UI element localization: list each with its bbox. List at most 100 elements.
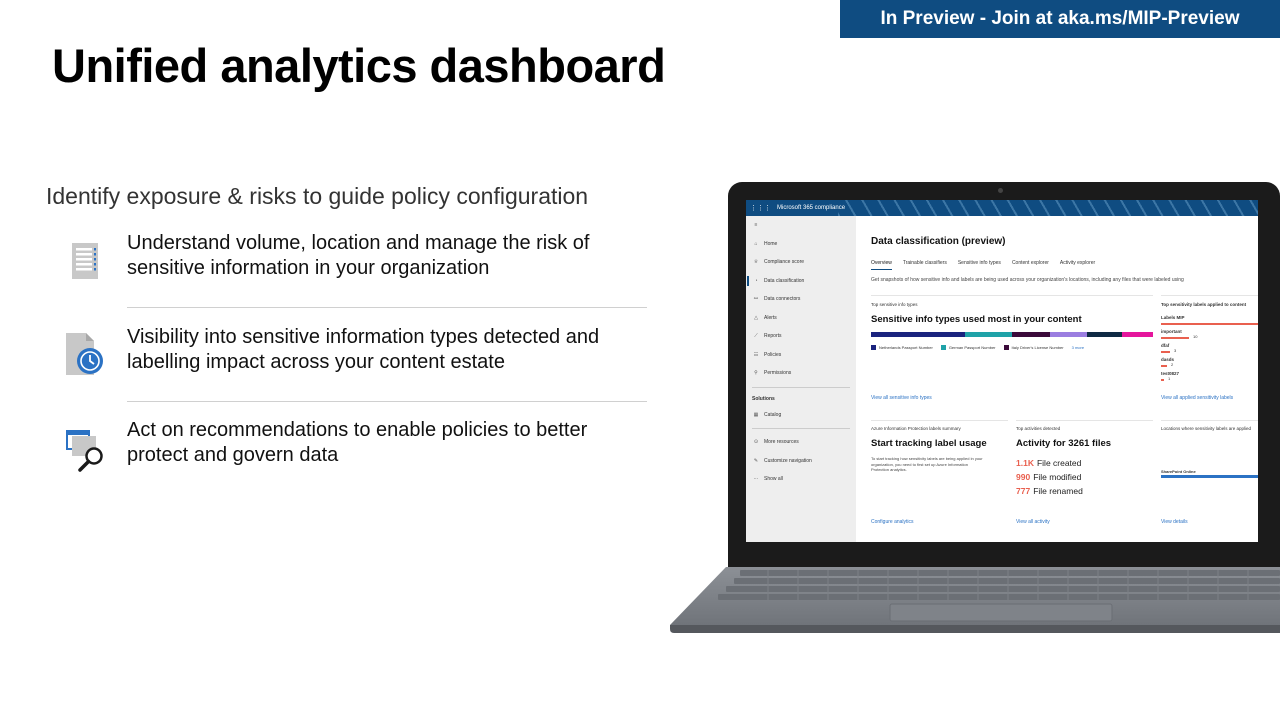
report-icon: ⟋ [754,333,758,340]
card-title: Activity for 3261 files [1016,438,1112,449]
bullet-item: Understand volume, location and manage t… [60,231,660,285]
stacked-bar [871,332,1153,337]
bullet-item: Act on recommendations to enable policie… [60,418,660,472]
card-header: Azure Information Protection labels summ… [871,426,961,431]
label-row: Labels MIP [1161,315,1258,326]
tab-activity-explorer[interactable]: Activity explorer [1060,260,1095,270]
alert-icon: △ [754,314,758,321]
tab-trainable-classifiers[interactable]: Trainable classifiers [903,260,947,270]
slide-subtitle: Identify exposure & risks to guide polic… [46,183,589,209]
tab-sensitive-info-types[interactable]: Sensitive info types [958,260,1001,270]
laptop-mockup: ⋮⋮⋮ Microsoft 365 compliance ≡ ⌂ Home ♕ Co… [668,182,1280,637]
divider [127,307,647,308]
card-title: Sensitive info types used most in your c… [871,314,1082,325]
preview-banner: In Preview - Join at aka.ms/MIP-Preview [840,0,1280,38]
more-icon: ⋯ [753,476,759,483]
card-divider [871,295,1153,296]
laptop-screen: ⋮⋮⋮ Microsoft 365 compliance ≡ ⌂ Home ♕ Co… [746,200,1258,542]
tab-overview[interactable]: Overview [871,260,892,270]
card-divider [1161,295,1258,296]
label-row: dasds 2 [1161,357,1175,368]
view-all-sensitive-info-types-link[interactable]: View all sensitive info types [871,395,932,401]
tab-content-explorer[interactable]: Content explorer [1012,260,1049,270]
label-bar [1161,378,1164,382]
card-divider [1161,420,1258,421]
sidebar-divider [752,428,850,429]
legend-item: Italy Driver's License Number [1003,345,1064,350]
bar-segment [1012,332,1050,337]
sidebar-item-customize[interactable]: ✎ Customize navigation [746,452,856,471]
bullet-line: labelling impact across your content est… [127,351,505,373]
bullet-item: Visibility into sensitive information ty… [60,325,660,379]
activity-stat: 1.1K File created [1016,458,1082,468]
legend-item: German Passport Number [940,345,996,350]
chart-legend: Netherlands Passport Number German Passp… [871,345,1084,350]
sidebar-item-data-connectors[interactable]: ⚯ Data connectors [746,290,856,309]
sidebar-item-home[interactable]: ⌂ Home [746,235,856,254]
activity-stat: 990 File modified [1016,472,1082,482]
label-bar [1161,350,1170,354]
divider [127,401,647,402]
sidebar-item-compliance-score[interactable]: ♕ Compliance score [746,253,856,272]
key-icon: ⚲ [754,370,758,377]
trophy-icon: ♕ [753,259,759,266]
sidebar-group-solutions: Solutions [752,395,775,402]
sidebar-item-reports[interactable]: ⟋ Reports [746,327,856,346]
edit-icon: ✎ [753,457,759,464]
bullet-line: Understand volume, location and manage t… [127,232,590,254]
page-title: Data classification (preview) [871,236,1006,247]
trackpad [889,603,1113,622]
label-bar [1161,336,1189,340]
page-description: Get snapshots of how sensitive info and … [871,277,1184,283]
sidebar-item-permissions[interactable]: ⚲ Permissions [746,364,856,383]
app-name: Microsoft 365 compliance [777,205,846,211]
home-icon: ⌂ [754,240,758,247]
sidebar-item-show-all[interactable]: ⋯ Show all [746,470,856,489]
camera-icon [998,188,1003,193]
document-clock-icon [60,329,110,379]
label-bar [1161,364,1167,368]
sidebar-item-catalog[interactable]: ▦ Catalog [746,406,856,425]
bar-segment [1121,332,1153,337]
window-search-icon [60,422,110,472]
label-bar [1161,322,1258,326]
sidebar-divider [752,386,850,388]
card-header: Top sensitive info types [871,302,918,307]
bar-segment [965,332,1012,337]
view-details-link[interactable]: View details [1161,519,1188,525]
laptop-keyboard-base [670,567,1280,633]
header-pattern [838,200,1258,216]
view-all-activity-link[interactable]: View all activity [1016,519,1050,525]
bar-segment [871,332,965,337]
bar-segment [1049,332,1088,337]
bullet-line: sensitive information in your organizati… [127,257,490,279]
label-row: important 10 [1161,329,1198,340]
legend-more-link[interactable]: 3 more [1072,345,1084,350]
app-header: ⋮⋮⋮ Microsoft 365 compliance [746,200,1258,216]
laptop-lid: ⋮⋮⋮ Microsoft 365 compliance ≡ ⌂ Home ♕ Co… [728,182,1280,572]
resources-icon: ⊙ [753,439,759,446]
slide-title: Unified analytics dashboard [52,39,666,92]
bullet-line: Act on recommendations to enable policie… [127,419,588,441]
configure-analytics-link[interactable]: Configure analytics [871,519,914,525]
sidebar-item-data-classification[interactable]: ◔ Data classification [746,272,856,291]
location-label: SharePoint Online [1161,469,1196,474]
card-body: To start tracking how sensitivity labels… [871,456,983,472]
bullet-line: protect and govern data [127,444,339,466]
hamburger-icon[interactable]: ≡ [746,216,856,235]
waffle-icon[interactable]: ⋮⋮⋮ [750,204,771,212]
main-content: Data classification (preview) Overview T… [856,216,1258,542]
label-row: test0827 1 [1161,371,1180,382]
tab-bar: Overview Trainable classifiers Sensitive… [871,260,1106,270]
sidebar-item-more-resources[interactable]: ⊙ More resources [746,433,856,452]
policy-icon: ☷ [753,351,759,358]
sidebar-item-policies[interactable]: ☷ Policies [746,346,856,365]
view-all-applied-labels-link[interactable]: View all applied sensitivity labels [1161,395,1233,401]
bar-segment [1087,332,1122,337]
sidebar-item-alerts[interactable]: △ Alerts [746,309,856,328]
legend-item: Netherlands Passport Number [871,345,933,350]
card-divider [871,420,1008,421]
card-header: Locations where sensitivity labels are a… [1161,426,1252,431]
card-title: Start tracking label usage [871,438,987,449]
card-divider [1016,420,1153,421]
